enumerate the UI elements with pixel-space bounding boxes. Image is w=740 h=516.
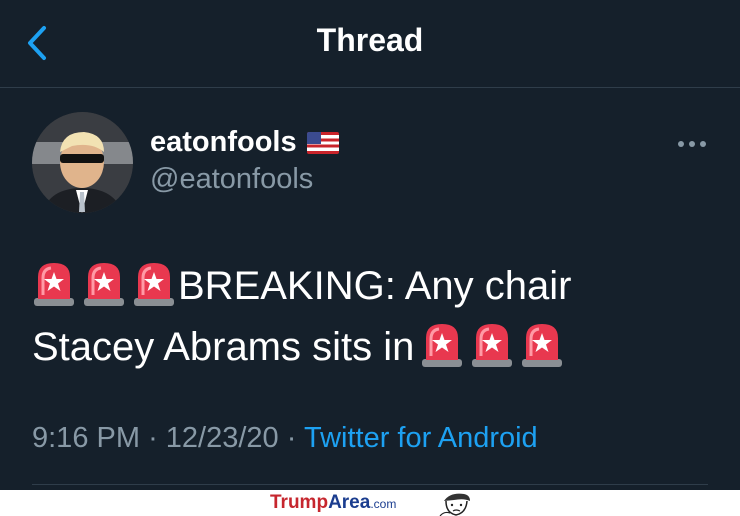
- siren-icon: [420, 322, 464, 368]
- display-name-text: eatonfools: [150, 126, 297, 158]
- us-flag-icon: [306, 132, 339, 155]
- watermark-bar: TrumpArea.com: [0, 490, 740, 516]
- site-watermark: TrumpArea.com: [270, 492, 397, 513]
- top-bar: Thread: [0, 0, 740, 88]
- display-name[interactable]: eatonfools: [150, 126, 339, 159]
- tweet-source-link[interactable]: Twitter for Android: [304, 422, 538, 454]
- mascot-icon: [439, 493, 470, 516]
- tweet-line-1: BREAKING: Any chair: [32, 256, 712, 317]
- siren-icon: [132, 261, 176, 307]
- meta-separator: ·: [286, 422, 297, 454]
- avatar-photo: [32, 112, 133, 213]
- user-handle[interactable]: @eatonfools: [150, 163, 313, 196]
- tweet-metadata: 9:16 PM · 12/23/20 · Twitter for Android: [32, 422, 538, 455]
- tweet-line-2: Stacey Abrams sits in: [32, 317, 712, 378]
- divider: [32, 484, 708, 485]
- tweet-screen: Thread eatonfools @eatonfools BREAKING: …: [0, 0, 740, 490]
- tweet-time: 9:16 PM: [32, 422, 140, 454]
- tweet-text-line1: BREAKING: Any chair: [178, 264, 572, 308]
- avatar[interactable]: [32, 112, 133, 213]
- more-horizontal-icon[interactable]: [674, 132, 710, 156]
- siren-icon: [82, 261, 126, 307]
- tweet-text-line2: Stacey Abrams sits in: [32, 325, 415, 369]
- siren-icon: [520, 322, 564, 368]
- tweet-date: 12/23/20: [165, 422, 279, 454]
- siren-icon: [470, 322, 514, 368]
- siren-icon: [32, 261, 76, 307]
- meta-separator: ·: [148, 422, 158, 454]
- tweet-text: BREAKING: Any chair Stacey Abrams sits i…: [32, 256, 712, 378]
- page-title: Thread: [316, 22, 424, 58]
